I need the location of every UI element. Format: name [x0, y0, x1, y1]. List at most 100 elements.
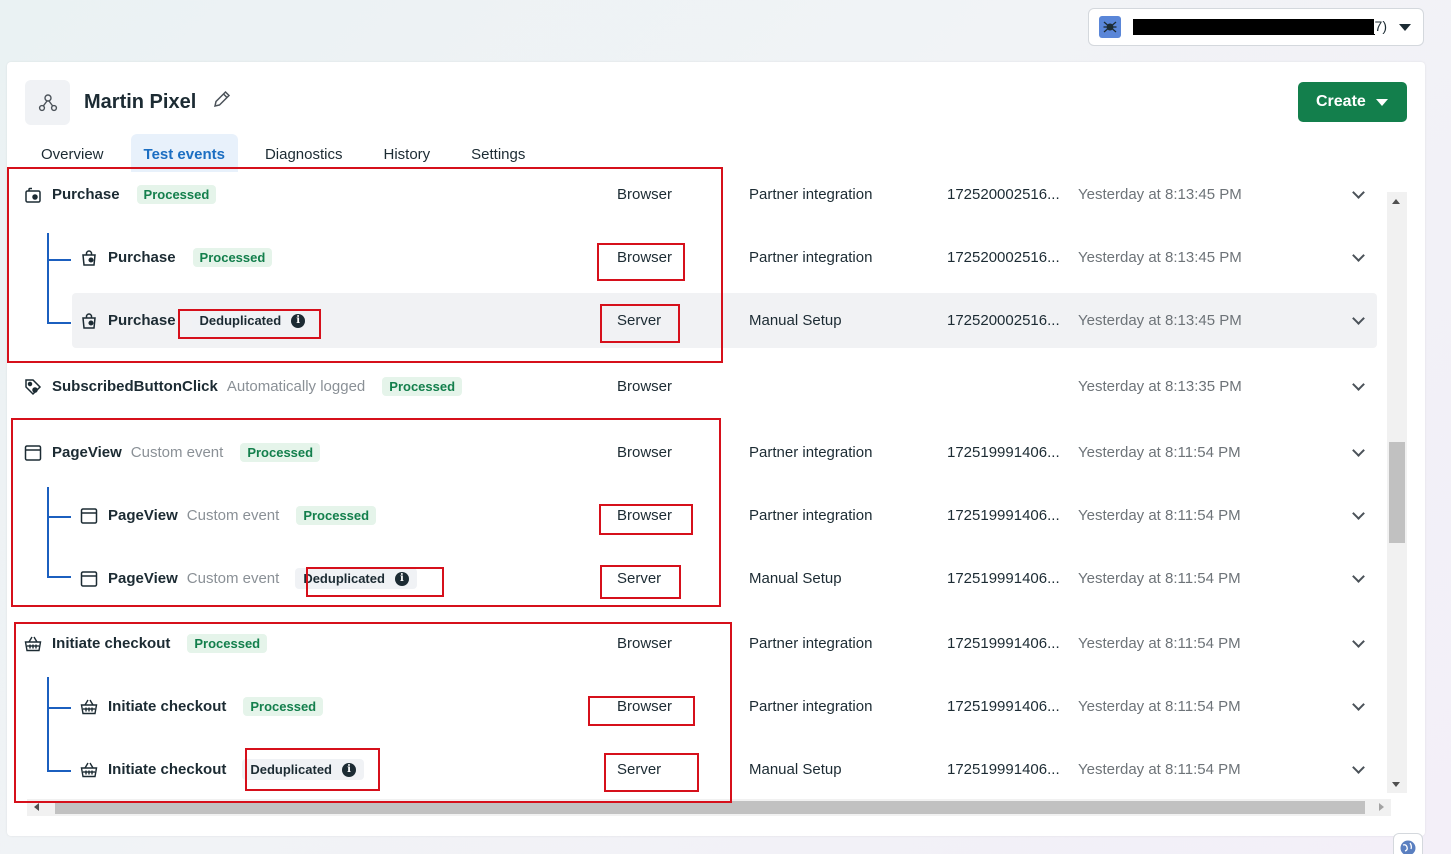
event-name: PageView — [108, 570, 178, 587]
expand-row-button[interactable] — [1350, 679, 1366, 734]
pixel-panel: Martin Pixel Create Overview Test events… — [7, 62, 1425, 836]
create-button-label: Create — [1316, 93, 1366, 110]
pixel-icon — [25, 80, 70, 125]
bag-icon — [80, 249, 98, 267]
event-time: Yesterday at 8:11:54 PM — [1078, 570, 1241, 587]
tree-line — [47, 259, 71, 261]
event-row[interactable]: PageView Custom event Deduplicated i Serv… — [7, 551, 1385, 606]
tag-icon — [24, 378, 42, 396]
scroll-right-arrow[interactable] — [1379, 803, 1384, 811]
event-time: Yesterday at 8:11:54 PM — [1078, 761, 1241, 778]
pixel-name: Martin Pixel — [84, 91, 197, 113]
globe-icon — [1400, 840, 1416, 854]
event-source: Browser — [617, 635, 673, 652]
create-button[interactable]: Create — [1298, 82, 1407, 122]
scrollbar-thumb[interactable] — [55, 801, 1365, 814]
expand-row-button[interactable] — [1350, 167, 1366, 222]
event-row[interactable]: Initiate checkout Processed Browser Part… — [7, 679, 1385, 734]
event-setup-method: Partner integration — [749, 698, 873, 715]
event-time: Yesterday at 8:13:45 PM — [1078, 186, 1242, 203]
status-badge: Deduplicated i — [191, 310, 314, 331]
expand-row-button[interactable] — [1350, 293, 1366, 348]
event-id: 172520002516... — [947, 186, 1060, 203]
expand-row-button[interactable] — [1350, 742, 1366, 797]
account-switcher[interactable]: 7) — [1088, 8, 1424, 46]
chevron-down-icon — [1351, 311, 1365, 325]
status-badge: Processed — [243, 697, 324, 716]
event-row[interactable]: PageView Custom event Processed Browser … — [7, 425, 1385, 480]
status-badge: Processed — [296, 506, 377, 525]
event-time: Yesterday at 8:13:45 PM — [1078, 249, 1242, 266]
event-name: PageView — [108, 507, 178, 524]
event-time: Yesterday at 8:11:54 PM — [1078, 698, 1241, 715]
scroll-left-arrow[interactable] — [34, 803, 39, 811]
page-icon — [24, 444, 42, 462]
event-name-cell: PageView Custom event Deduplicated i — [80, 551, 417, 606]
event-source: Server — [617, 312, 662, 329]
pencil-icon[interactable] — [212, 89, 232, 114]
info-icon[interactable]: i — [341, 762, 356, 777]
horizontal-scrollbar[interactable] — [27, 799, 1391, 816]
status-badge-label: Deduplicated — [250, 762, 332, 777]
chevron-down-icon — [1351, 443, 1365, 457]
event-setup-method: Partner integration — [749, 186, 873, 203]
basket-icon — [80, 698, 98, 716]
scroll-up-arrow[interactable] — [1392, 199, 1400, 204]
scroll-down-arrow[interactable] — [1392, 782, 1400, 787]
event-source: Server — [617, 570, 662, 587]
event-name: Initiate checkout — [108, 761, 227, 778]
expand-row-button[interactable] — [1350, 230, 1366, 285]
help-button[interactable] — [1393, 833, 1423, 854]
event-id: 172519991406... — [947, 698, 1060, 715]
tree-line — [47, 322, 71, 324]
chevron-down-icon — [1351, 506, 1365, 520]
account-name-suffix: 7) — [1373, 18, 1387, 34]
caret-down-icon — [1375, 98, 1388, 106]
event-time: Yesterday at 8:13:35 PM — [1078, 378, 1242, 395]
event-setup-method: Partner integration — [749, 444, 873, 461]
chevron-down-icon[interactable] — [1399, 23, 1411, 31]
chevron-down-icon — [1351, 185, 1365, 199]
basket-icon — [24, 635, 42, 653]
status-badge: Processed — [382, 377, 463, 396]
event-name-cell: Initiate checkout Processed — [80, 679, 324, 734]
event-name: Initiate checkout — [108, 698, 227, 715]
status-badge: Processed — [240, 443, 321, 462]
event-source: Browser — [617, 378, 673, 395]
event-row[interactable]: Initiate checkout Deduplicated i Server M… — [7, 742, 1385, 797]
vertical-scrollbar[interactable] — [1387, 192, 1407, 793]
event-row[interactable]: Purchase Deduplicated i Server Manual Set… — [7, 293, 1385, 348]
event-row[interactable]: Purchase Processed Browser Partner integ… — [7, 230, 1385, 285]
event-id: 172519991406... — [947, 761, 1060, 778]
event-subtitle: Custom event — [186, 507, 280, 524]
chevron-down-icon — [1351, 634, 1365, 648]
tree-line — [47, 707, 71, 709]
event-source: Browser — [617, 186, 673, 203]
event-subtitle: Custom event — [186, 570, 280, 587]
event-row[interactable]: SubscribedButtonClick Automatically logg… — [7, 359, 1385, 414]
event-row[interactable]: PageView Custom event Processed Browser … — [7, 488, 1385, 543]
page-icon — [80, 507, 98, 525]
event-id: 172519991406... — [947, 444, 1060, 461]
expand-row-button[interactable] — [1350, 488, 1366, 543]
tree-line — [47, 487, 49, 577]
expand-row-button[interactable] — [1350, 616, 1366, 671]
info-icon[interactable]: i — [394, 571, 409, 586]
event-name: SubscribedButtonClick — [52, 378, 218, 395]
event-id: 172519991406... — [947, 570, 1060, 587]
expand-row-button[interactable] — [1350, 425, 1366, 480]
scrollbar-thumb[interactable] — [1389, 442, 1405, 543]
expand-row-button[interactable] — [1350, 551, 1366, 606]
event-source: Browser — [617, 249, 673, 266]
event-subtitle: Automatically logged — [226, 378, 366, 395]
event-setup-method: Manual Setup — [749, 570, 842, 587]
tree-line — [47, 233, 49, 323]
page-icon — [80, 570, 98, 588]
event-name-cell: Purchase Deduplicated i — [80, 293, 314, 348]
event-row[interactable]: Purchase Processed Browser Partner integ… — [7, 167, 1385, 222]
chevron-down-icon — [1351, 569, 1365, 583]
event-setup-method: Partner integration — [749, 249, 873, 266]
event-row[interactable]: Initiate checkout Processed Browser Part… — [7, 616, 1385, 671]
info-icon[interactable]: i — [291, 313, 306, 328]
expand-row-button[interactable] — [1350, 359, 1366, 414]
